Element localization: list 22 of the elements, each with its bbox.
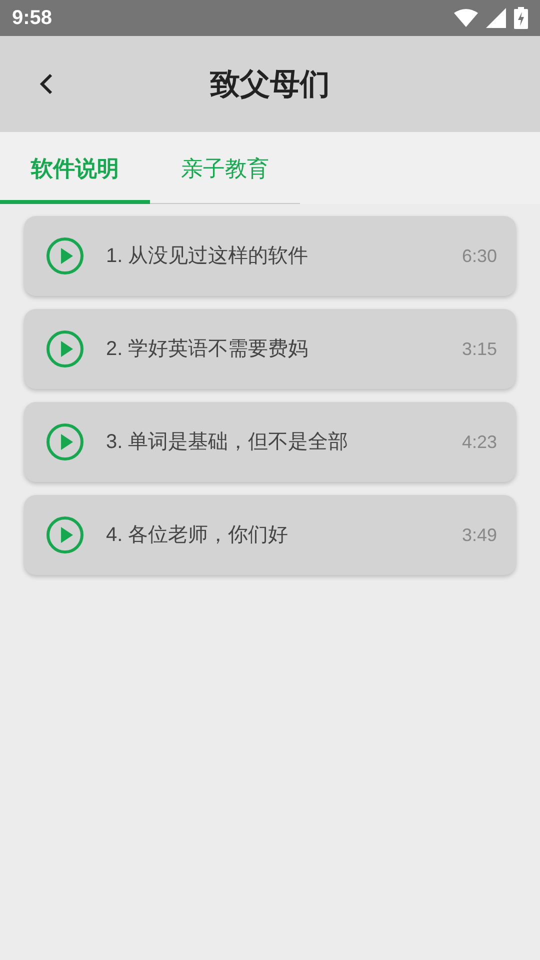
lesson-duration: 3:49 [462,524,497,546]
play-icon[interactable] [46,423,84,461]
signal-icon [486,8,506,28]
wifi-icon [454,9,478,27]
lesson-card[interactable]: 2. 学好英语不需要费妈 3:15 [24,309,516,389]
lesson-title: 4. 各位老师，你们好 [106,523,290,548]
play-icon[interactable] [46,237,84,275]
play-icon[interactable] [46,330,84,368]
status-time: 9:58 [12,6,52,31]
lesson-duration: 4:23 [462,430,497,454]
lesson-title: 1. 从没见过这样的软件 [106,244,310,269]
play-icon[interactable] [46,516,84,554]
battery-icon [514,7,528,29]
lesson-duration: 6:30 [462,244,497,268]
lesson-duration: 3:15 [462,338,497,360]
lesson-card[interactable]: 4. 各位老师，你们好 3:49 [24,495,516,575]
page-title: 致父母们 [210,66,330,102]
back-icon[interactable] [38,73,54,95]
lesson-card[interactable]: 1. 从没见过这样的软件 6:30 [24,216,516,296]
lesson-title: 2. 学好英语不需要费妈 [106,337,310,362]
lesson-title: 3. 单词是基础，但不是全部 [106,430,350,455]
lesson-card[interactable]: 3. 单词是基础，但不是全部 4:23 [24,402,516,482]
